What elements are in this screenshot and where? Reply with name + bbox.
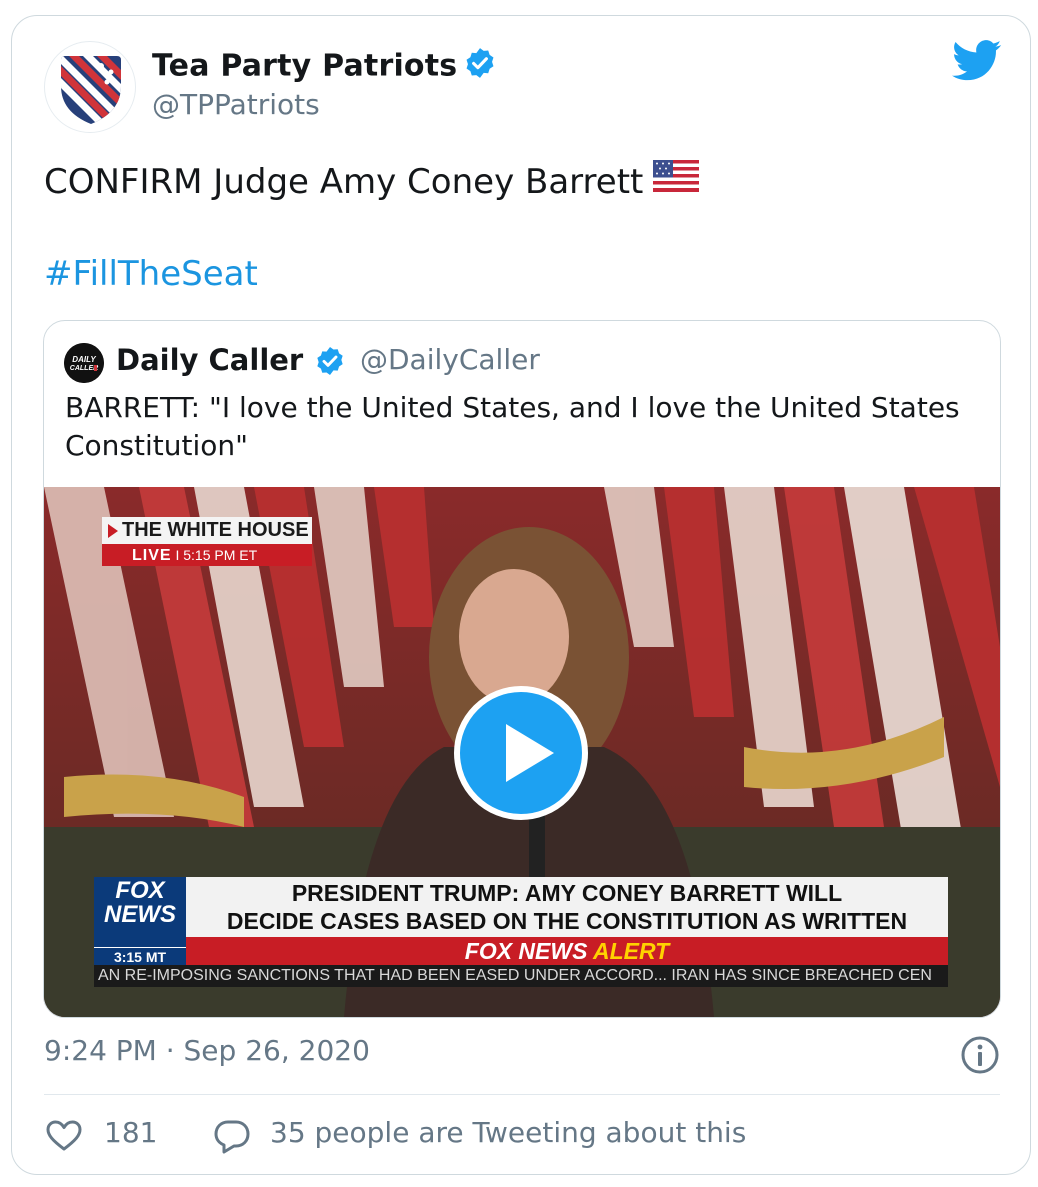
live-time: I 5:15 PM ET [175, 547, 258, 563]
tweet-timestamp[interactable]: 9:24 PM · Sep 26, 2020 [44, 1034, 370, 1067]
author-name[interactable]: Tea Party Patriots [152, 46, 497, 88]
twitter-bird-icon[interactable] [952, 40, 1002, 86]
author-avatar[interactable] [44, 41, 136, 133]
chyron-headline: PRESIDENT TRUMP: AMY CONEY BARRETT WILL … [186, 877, 948, 937]
info-icon[interactable] [960, 1035, 1000, 1079]
location-label: THE WHITE HOUSE [102, 517, 312, 544]
author-handle[interactable]: @TPPatriots [152, 88, 320, 121]
hashtag-link[interactable]: #FillTheSeat [44, 254, 258, 294]
author-name-text[interactable]: Tea Party Patriots [152, 49, 457, 84]
news-ticker: AN RE-IMPOSING SANCTIONS THAT HAD BEEN E… [94, 965, 948, 987]
play-icon [506, 724, 554, 782]
location-label-text: THE WHITE HOUSE [122, 519, 309, 541]
quoted-author-name[interactable]: Daily Caller [116, 343, 303, 377]
alert-word: ALERT [592, 938, 670, 964]
quoted-tweet[interactable]: DAILY CALLER Daily Caller @DailyCaller B… [43, 320, 1001, 1018]
verified-badge-icon [463, 46, 497, 88]
daily-caller-avatar[interactable]: DAILY CALLER [64, 343, 104, 383]
network-logo-text: FOX NEWS [104, 877, 176, 928]
verified-badge-icon [314, 345, 346, 381]
heart-icon[interactable] [46, 1120, 82, 1156]
video-thumbnail[interactable]: THE WHITE HOUSE LIVE I 5:15 PM ET FOX NE… [44, 487, 1000, 1017]
divider [44, 1094, 1000, 1095]
like-count[interactable]: 181 [104, 1116, 157, 1149]
reply-icon[interactable] [214, 1120, 250, 1158]
play-triangle-icon [108, 523, 118, 538]
svg-text:CALLER: CALLER [70, 365, 98, 372]
us-flag-icon [653, 159, 700, 203]
tea-party-shield-logo [61, 56, 121, 124]
tweet-text: CONFIRM Judge Amy Coney Barrett [44, 159, 700, 204]
play-button[interactable] [454, 686, 588, 820]
live-label: LIVE I 5:15 PM ET [102, 544, 312, 566]
svg-text:DAILY: DAILY [72, 355, 96, 364]
alert-network: FOX NEWS [464, 938, 588, 964]
location-bug: THE WHITE HOUSE LIVE I 5:15 PM ET [102, 517, 312, 567]
conversation-link[interactable]: 35 people are Tweeting about this [270, 1116, 746, 1149]
tweet-text-content: CONFIRM Judge Amy Coney Barrett [44, 162, 644, 202]
headline-line-1: PRESIDENT TRUMP: AMY CONEY BARRETT WILL [291, 880, 843, 906]
headline-line-2: DECIDE CASES BASED ON THE CONSTITUTION A… [226, 908, 908, 934]
network-time: 3:15 MT [94, 947, 186, 966]
quoted-tweet-text: BARRETT: "I love the United States, and … [65, 391, 960, 462]
alert-bar: FOX NEWS ALERT [186, 937, 948, 965]
quoted-author-handle[interactable]: @DailyCaller [360, 343, 540, 376]
live-text: LIVE [132, 547, 172, 564]
